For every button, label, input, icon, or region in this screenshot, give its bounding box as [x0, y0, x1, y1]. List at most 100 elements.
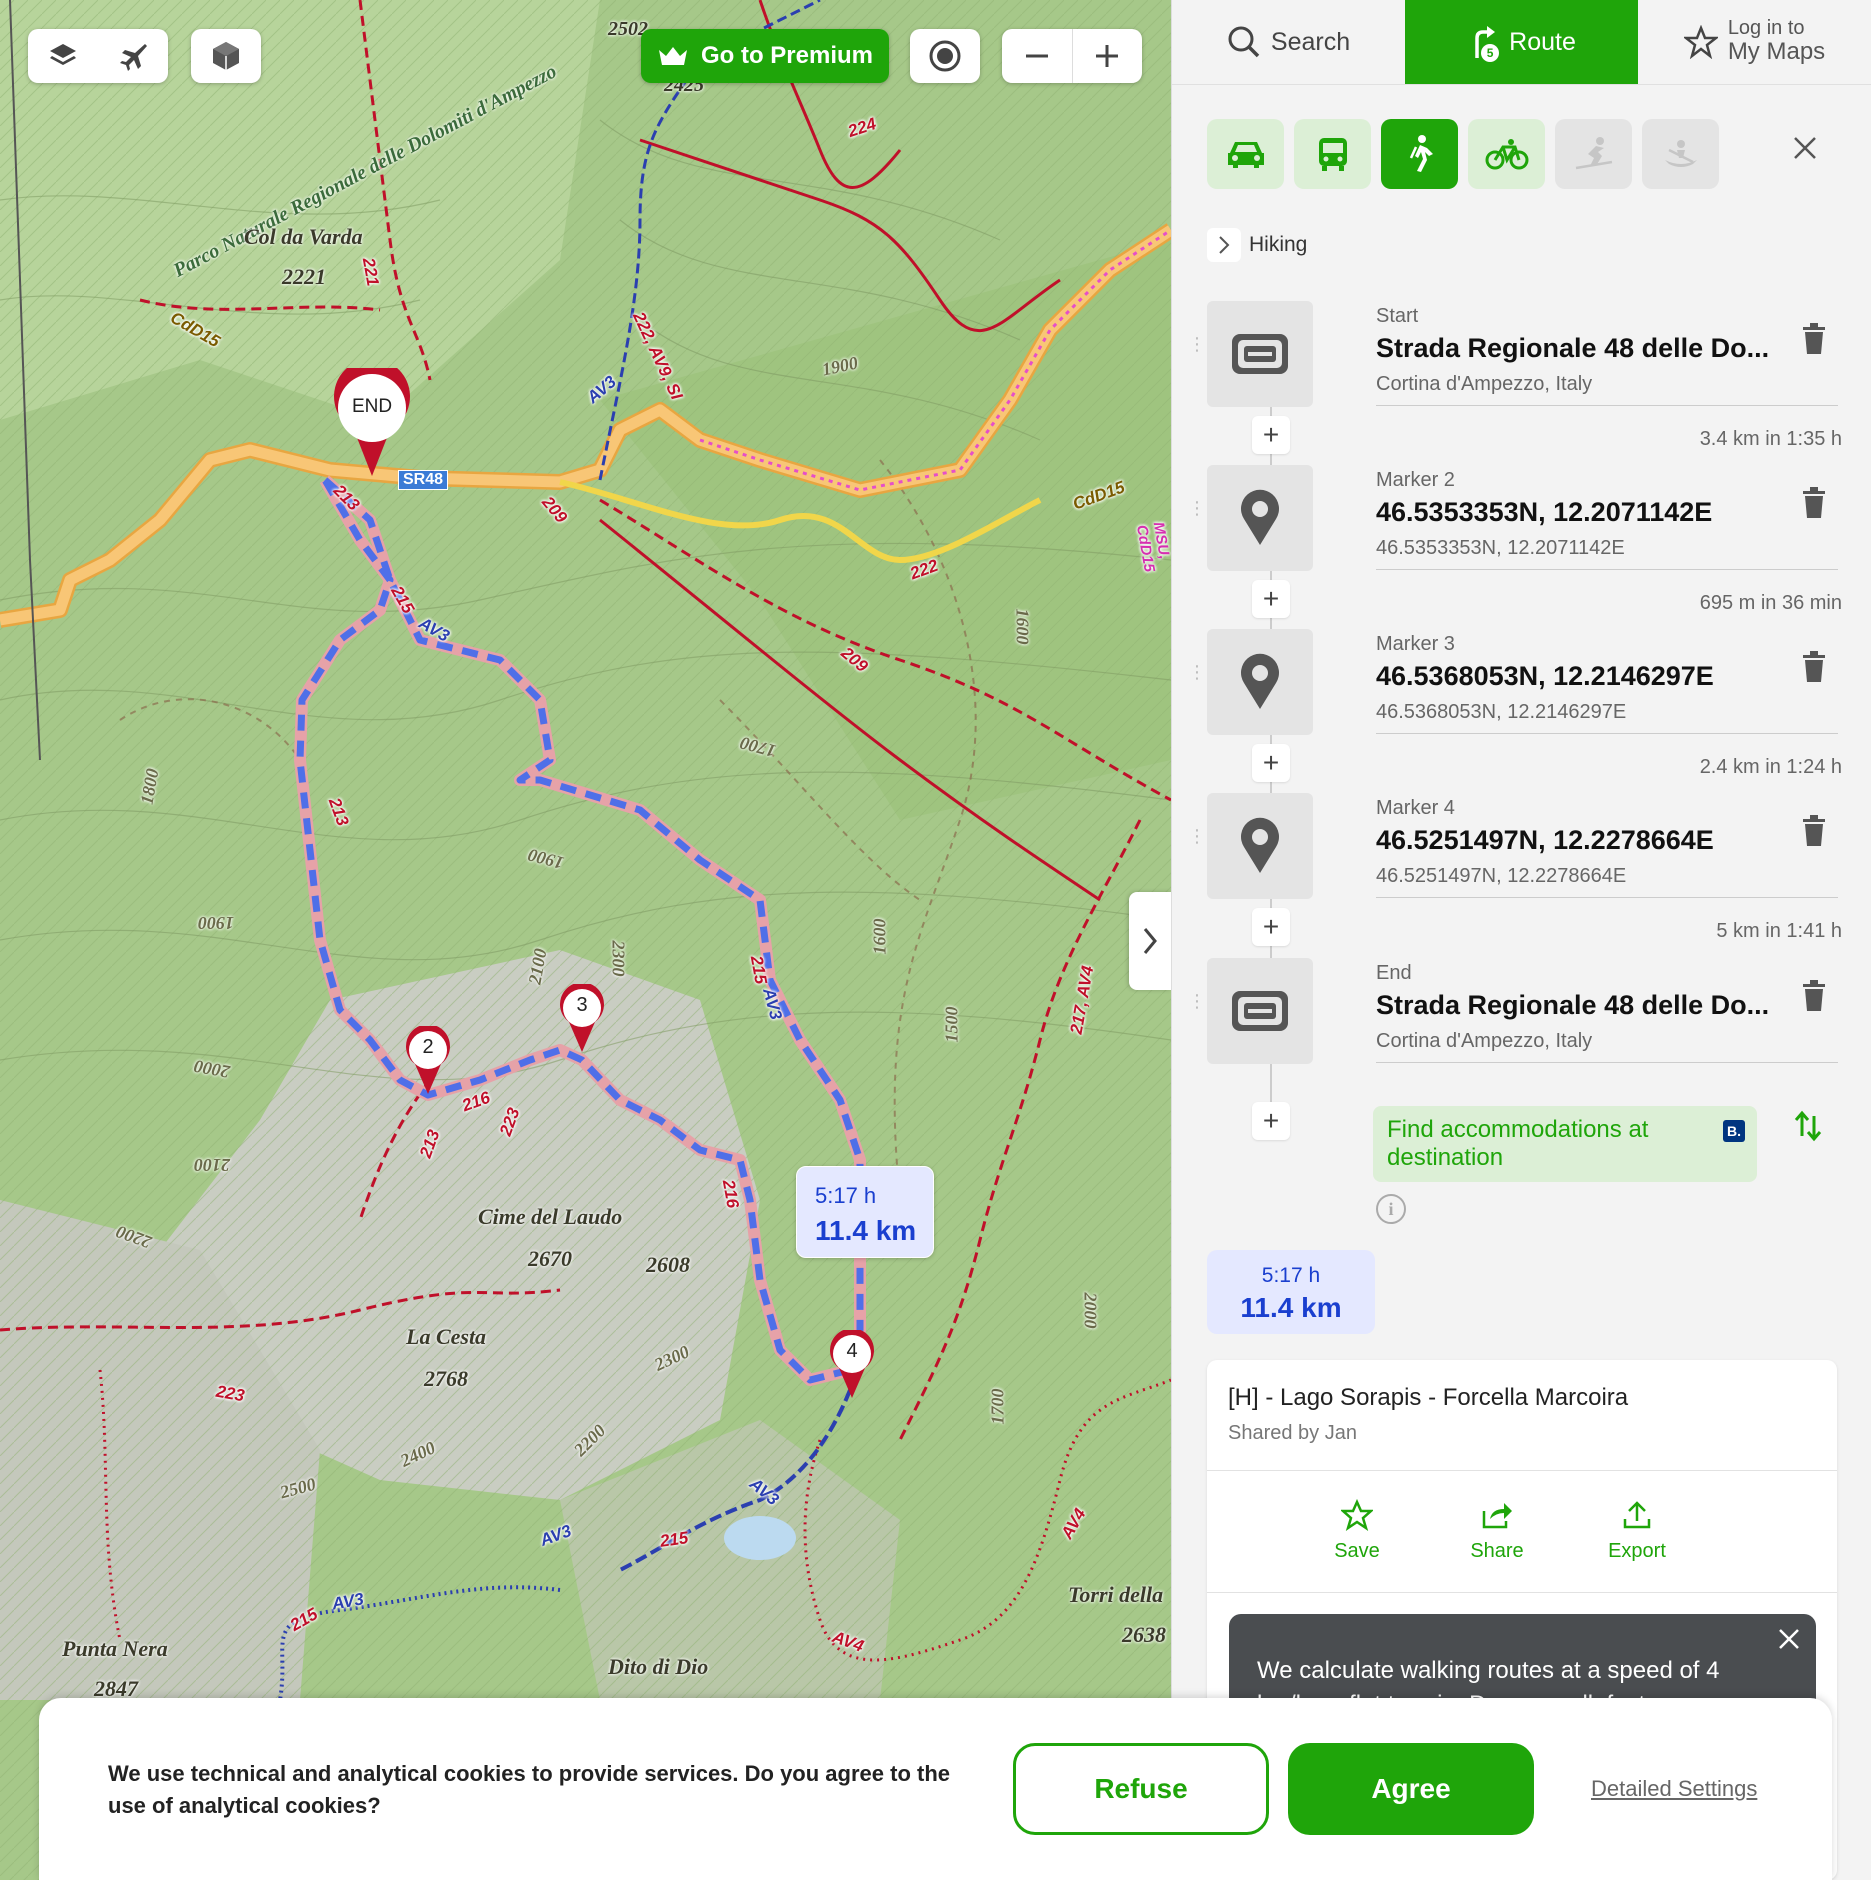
export-button[interactable]: Export	[1597, 1496, 1677, 1563]
booking-logo: B.	[1723, 1120, 1745, 1142]
elev-torri-della: 2638	[1122, 1622, 1166, 1647]
flight-mode-button[interactable]	[98, 29, 168, 83]
plane-icon	[120, 44, 147, 71]
route-marker-2[interactable]: 2	[405, 1024, 451, 1094]
panel-toggle-button[interactable]	[1129, 892, 1171, 990]
add-waypoint-button[interactable]: +	[1252, 744, 1290, 782]
add-waypoint-button[interactable]: +	[1252, 1102, 1290, 1140]
save-button[interactable]: Save	[1317, 1496, 1397, 1563]
locate-icon	[929, 40, 961, 72]
premium-label: Go to Premium	[700, 42, 874, 69]
divider	[1376, 1062, 1838, 1063]
waypoint-title: 46.5368053N, 12.2146297E	[1376, 661, 1714, 691]
go-to-premium-button[interactable]: Go to Premium	[641, 29, 889, 83]
waypoint-subtitle: Cortina d'Ampezzo, Italy	[1376, 373, 1593, 395]
mode-hiking-button[interactable]	[1381, 119, 1458, 189]
mode-transit-button[interactable]	[1294, 119, 1371, 189]
tab-route[interactable]: 5 Route	[1405, 0, 1638, 85]
mode-car-button[interactable]	[1207, 119, 1284, 189]
map-pin-icon	[1207, 629, 1313, 735]
3d-toolbar	[191, 29, 261, 83]
waypoint-title: Strada Regionale 48 delle Do...	[1376, 333, 1770, 363]
map-pin-icon	[1207, 465, 1313, 571]
info-icon[interactable]: i	[1376, 1194, 1406, 1224]
zoom-out-button[interactable]	[1002, 29, 1073, 83]
close-route-button[interactable]	[1792, 128, 1818, 170]
star-icon	[1683, 25, 1718, 59]
add-waypoint-button[interactable]: +	[1252, 416, 1290, 454]
reverse-route-button[interactable]	[1793, 1110, 1823, 1150]
canoe-icon	[1664, 140, 1697, 167]
mode-bicycle-button[interactable]	[1468, 119, 1545, 189]
contour-label: 2100	[194, 1155, 230, 1175]
close-tip-button[interactable]	[1778, 1624, 1800, 1658]
layers-button[interactable]	[28, 29, 98, 83]
map-canvas[interactable]: Parco Naturale Regionale delle Dolomiti …	[0, 0, 1171, 1880]
divider	[1207, 1470, 1837, 1471]
waypoint-title: 46.5251497N, 12.2278664E	[1376, 825, 1714, 855]
leg-distance: 2.4 km in 1:24 h	[1699, 756, 1842, 778]
accommodation-text: Find accommodations at destination	[1387, 1116, 1649, 1171]
delete-waypoint-button[interactable]	[1802, 980, 1826, 1017]
waypoint-subtitle: 46.5368053N, 12.2146297E	[1376, 701, 1627, 723]
place-dito-di-dio: Dito di Dio	[608, 1654, 709, 1679]
crown-icon	[658, 47, 687, 65]
add-waypoint-button[interactable]: +	[1252, 580, 1290, 618]
share-button[interactable]: Share	[1457, 1496, 1537, 1563]
tab-my-maps[interactable]: Log in to My Maps	[1638, 0, 1871, 85]
agree-cookies-button[interactable]: Agree	[1288, 1743, 1534, 1835]
export-label: Export	[1608, 1540, 1666, 1562]
divider	[1376, 733, 1838, 734]
route-end-marker[interactable]: END	[332, 358, 412, 478]
delete-waypoint-button[interactable]	[1802, 651, 1826, 688]
routing-profile-selector[interactable]: Hiking	[1207, 228, 1307, 262]
trash-icon	[1803, 487, 1825, 518]
zoom-in-button[interactable]	[1073, 29, 1143, 83]
tab-search[interactable]: Search	[1172, 0, 1405, 85]
delete-waypoint-button[interactable]	[1802, 815, 1826, 852]
route-card-title: [H] - Lago Sorapis - Forcella Marcoira	[1228, 1384, 1629, 1411]
route-bubble-distance: 11.4 km	[815, 1215, 917, 1246]
save-label: Save	[1334, 1540, 1380, 1562]
elev-la-cesta: 2768	[424, 1366, 468, 1391]
zoom-toolbar	[1002, 29, 1142, 83]
place-cime-del-laudo: Cime del Laudo	[478, 1204, 623, 1229]
route-marker-4[interactable]: 4	[829, 1328, 875, 1398]
delete-waypoint-button[interactable]	[1802, 487, 1826, 524]
upload-icon	[1623, 1501, 1651, 1529]
marker-number: 3	[576, 994, 588, 1016]
contour-label: 1500	[941, 1006, 962, 1043]
add-waypoint-button[interactable]: +	[1252, 908, 1290, 946]
route-marker-3[interactable]: 3	[559, 982, 605, 1052]
trash-icon	[1803, 323, 1825, 354]
divider	[1376, 897, 1838, 898]
close-icon	[1779, 1629, 1799, 1649]
leg-distance: 5 km in 1:41 h	[1716, 920, 1842, 942]
refuse-cookies-button[interactable]: Refuse	[1013, 1743, 1269, 1835]
route-panel: Search 5 Route Log in to My Maps Hiking …	[1171, 0, 1871, 1880]
waypoint-title: Strada Regionale 48 delle Do...	[1376, 990, 1770, 1020]
locate-button[interactable]	[910, 29, 980, 83]
route-summary-bubble: 5:17 h 11.4 km	[796, 1166, 934, 1258]
divider	[1376, 405, 1838, 406]
locate-toolbar	[910, 29, 980, 83]
delete-waypoint-button[interactable]	[1802, 323, 1826, 360]
share-label: Share	[1470, 1540, 1524, 1562]
waypoint-label: Marker 4	[1376, 797, 1455, 819]
leg-distance: 3.4 km in 1:35 h	[1699, 428, 1842, 450]
share-icon	[1482, 1503, 1512, 1529]
contour-label: 2000	[1080, 1292, 1101, 1329]
route-bubble-time: 5:17 h	[815, 1183, 877, 1208]
elev-2608: 2608	[646, 1252, 690, 1277]
3d-button[interactable]	[191, 29, 261, 83]
route-summary: 5:17 h 11.4 km	[1207, 1250, 1375, 1334]
waypoint-subtitle: Cortina d'Ampezzo, Italy	[1376, 1030, 1593, 1052]
waypoint-label: Marker 3	[1376, 633, 1455, 655]
star-outline-icon	[1341, 1499, 1373, 1531]
detailed-settings-link[interactable]: Detailed Settings	[1591, 1776, 1757, 1802]
route-card-shared-by: Shared by Jan	[1228, 1422, 1357, 1444]
find-accommodation-button[interactable]: Find accommodations at destination B.	[1373, 1106, 1757, 1182]
layers-icon	[50, 44, 76, 65]
waypoint-label: End	[1376, 962, 1412, 984]
3d-cube-icon	[213, 42, 239, 70]
